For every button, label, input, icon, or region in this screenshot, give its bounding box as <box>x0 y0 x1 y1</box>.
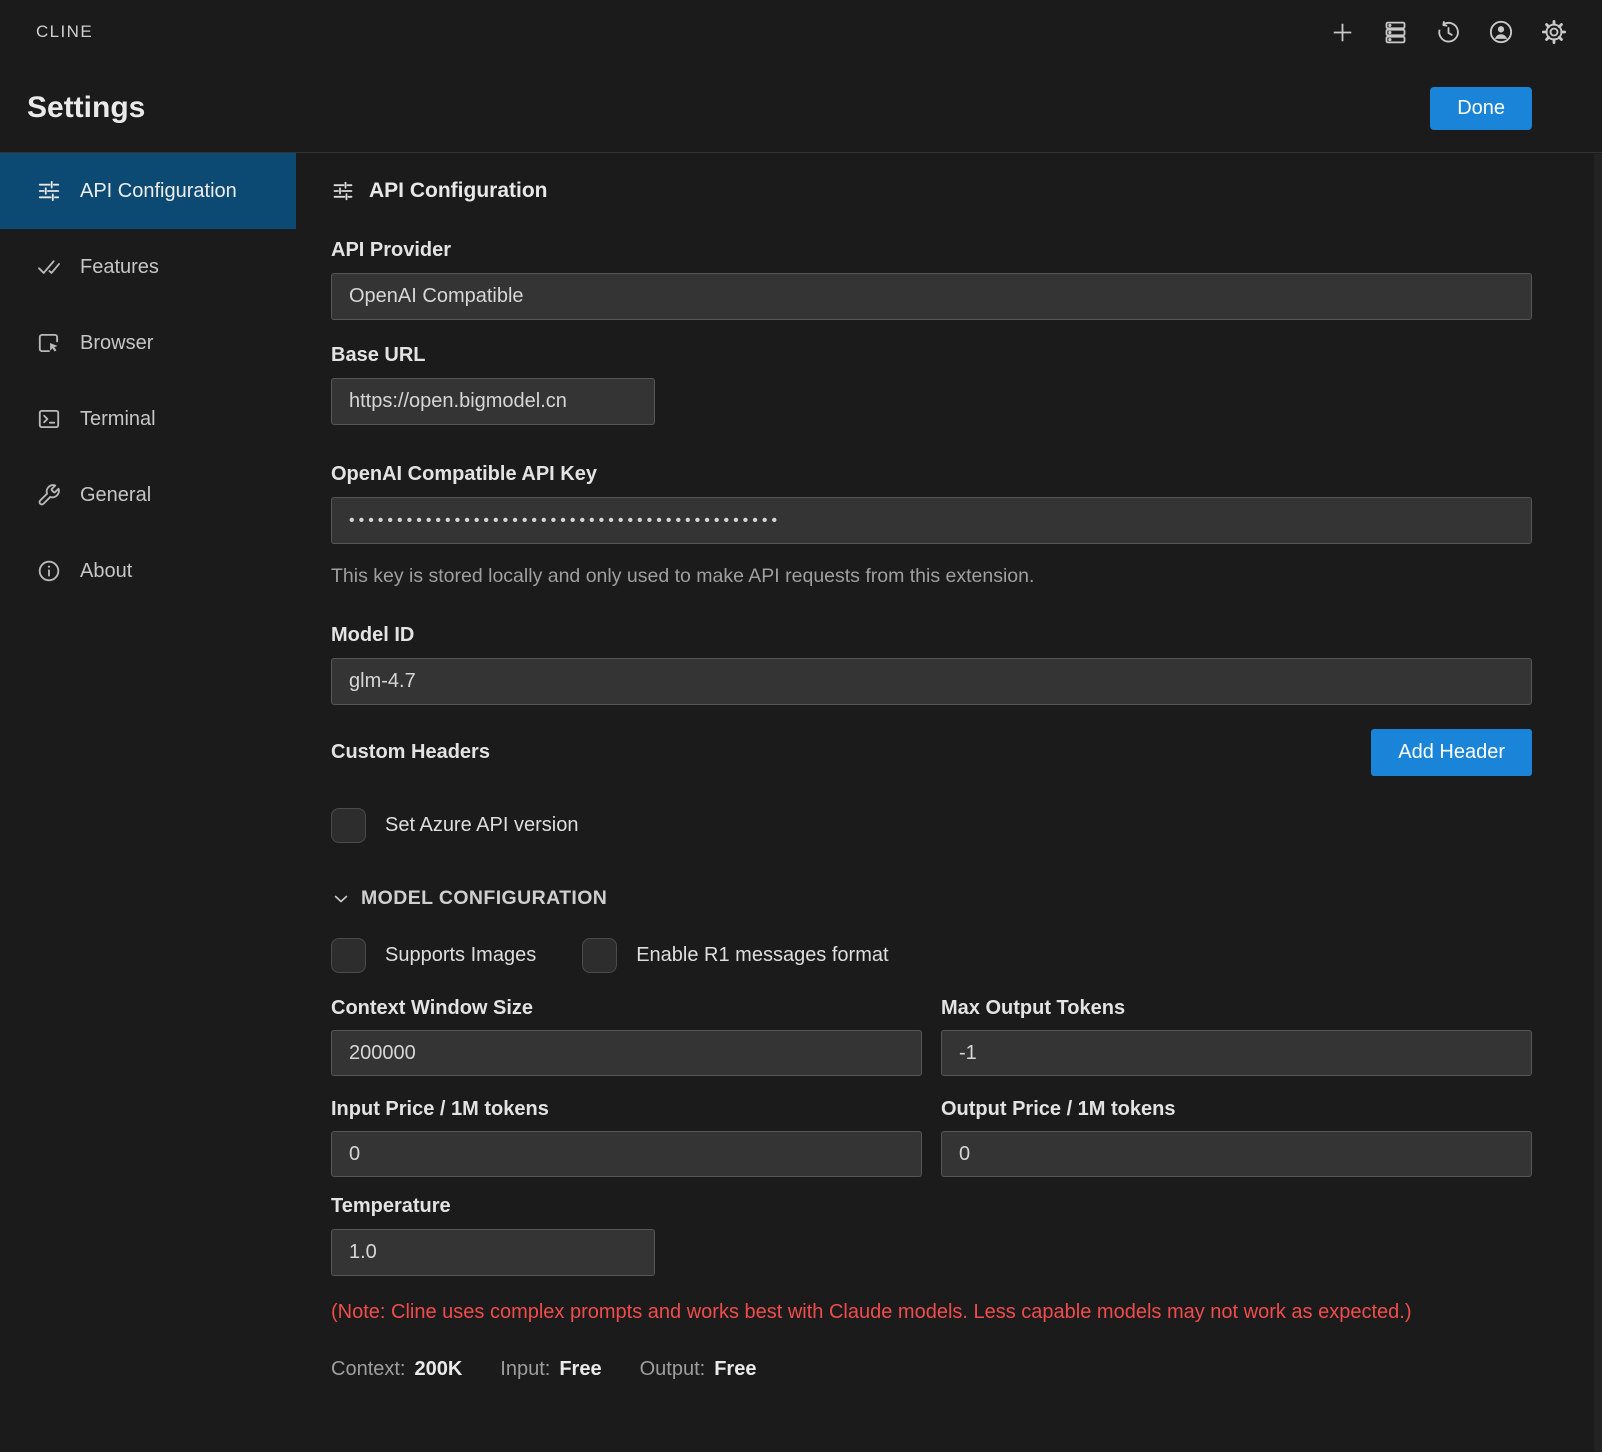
scrollbar[interactable] <box>1594 154 1602 1452</box>
sidebar-item-label: Browser <box>80 332 153 355</box>
base-url-input[interactable] <box>331 378 655 425</box>
add-header-button[interactable]: Add Header <box>1371 729 1532 776</box>
summary-input-value: Free <box>559 1358 601 1381</box>
summary-output-value: Free <box>714 1358 756 1381</box>
context-window-label: Context Window Size <box>331 997 922 1020</box>
section-heading: API Configuration <box>331 179 1532 203</box>
temperature-label: Temperature <box>331 1195 1532 1218</box>
mcp-servers-icon[interactable] <box>1381 18 1409 46</box>
summary-context-value: 200K <box>414 1358 462 1381</box>
history-icon[interactable] <box>1434 18 1462 46</box>
plus-icon[interactable] <box>1328 18 1356 46</box>
account-icon[interactable] <box>1487 18 1515 46</box>
sliders-icon <box>36 178 62 204</box>
sidebar-item-terminal[interactable]: Terminal <box>0 381 296 457</box>
terminal-icon <box>36 406 62 432</box>
api-key-input[interactable] <box>331 497 1532 544</box>
topbar: CLINE <box>0 0 1602 64</box>
input-price-cell: Input Price / 1M tokens <box>331 1076 922 1177</box>
model-configuration-header[interactable]: MODEL CONFIGURATION <box>331 887 1532 910</box>
r1-format-group: Enable R1 messages format <box>582 938 888 973</box>
sidebar-item-api-configuration[interactable]: API Configuration <box>0 153 296 229</box>
summary-output-label: Output: <box>640 1358 706 1381</box>
mcp-servers-icon-glyph <box>1382 19 1409 46</box>
max-output-label: Max Output Tokens <box>941 997 1532 1020</box>
input-price-input[interactable] <box>331 1131 922 1177</box>
sidebar-item-label: About <box>80 560 132 583</box>
r1-format-label: Enable R1 messages format <box>636 944 888 967</box>
api-configuration-panel: API Configuration API Provider OpenAI Co… <box>296 153 1602 1452</box>
cline-settings-window: CLINE <box>0 0 1602 1452</box>
history-icon-glyph <box>1435 19 1462 46</box>
supports-images-label: Supports Images <box>385 944 536 967</box>
sidebar-item-label: Features <box>80 256 159 279</box>
model-id-input[interactable] <box>331 658 1532 705</box>
model-numeric-fields: Context Window Size Max Output Tokens In… <box>331 975 1532 1177</box>
model-summary: Context: 200K Input: Free Output: Free <box>331 1358 1532 1381</box>
info-icon <box>36 558 62 584</box>
context-window-input[interactable] <box>331 1030 922 1076</box>
summary-context: Context: 200K <box>331 1358 462 1381</box>
context-window-cell: Context Window Size <box>331 975 922 1076</box>
model-configuration-title: MODEL CONFIGURATION <box>361 887 607 910</box>
account-icon-glyph <box>1487 18 1515 46</box>
azure-version-label: Set Azure API version <box>385 814 578 837</box>
supports-images-group: Supports Images <box>331 938 536 973</box>
azure-version-row: Set Azure API version <box>331 808 1532 843</box>
settings-header: Settings Done <box>0 64 1602 152</box>
summary-input-label: Input: <box>500 1358 550 1381</box>
custom-headers-row: Custom Headers Add Header <box>331 729 1532 776</box>
custom-headers-label: Custom Headers <box>331 741 490 764</box>
api-provider-select[interactable]: OpenAI Compatible <box>331 273 1532 320</box>
done-button[interactable]: Done <box>1430 87 1532 130</box>
model-note: (Note: Cline uses complex prompts and wo… <box>331 1296 1532 1328</box>
azure-version-checkbox[interactable] <box>331 808 366 843</box>
output-price-label: Output Price / 1M tokens <box>941 1098 1532 1121</box>
input-price-label: Input Price / 1M tokens <box>331 1098 922 1121</box>
plus-icon-glyph <box>1329 19 1356 46</box>
settings-sidebar: API Configuration Features Browser <box>0 153 296 1452</box>
api-provider-value: OpenAI Compatible <box>349 285 524 308</box>
sidebar-item-general[interactable]: General <box>0 457 296 533</box>
max-output-cell: Max Output Tokens <box>941 975 1532 1076</box>
sidebar-item-label: General <box>80 484 151 507</box>
page-title: Settings <box>27 91 145 125</box>
max-output-input[interactable] <box>941 1030 1532 1076</box>
model-flags-row: Supports Images Enable R1 messages forma… <box>331 938 1532 973</box>
api-provider-label: API Provider <box>331 239 1532 262</box>
output-price-cell: Output Price / 1M tokens <box>941 1076 1532 1177</box>
settings-gear-icon-glyph <box>1540 18 1568 46</box>
settings-gear-icon[interactable] <box>1540 18 1568 46</box>
summary-output: Output: Free <box>640 1358 757 1381</box>
api-key-help-text: This key is stored locally and only used… <box>331 565 1532 588</box>
chevron-down-icon <box>331 889 351 909</box>
sidebar-item-features[interactable]: Features <box>0 229 296 305</box>
summary-context-label: Context: <box>331 1358 405 1381</box>
double-check-icon <box>36 254 62 280</box>
section-title: API Configuration <box>369 179 547 203</box>
temperature-input[interactable] <box>331 1229 655 1276</box>
output-price-input[interactable] <box>941 1131 1532 1177</box>
r1-format-checkbox[interactable] <box>582 938 617 973</box>
supports-images-checkbox[interactable] <box>331 938 366 973</box>
browser-cursor-icon <box>36 330 62 356</box>
sidebar-item-browser[interactable]: Browser <box>0 305 296 381</box>
sidebar-item-about[interactable]: About <box>0 533 296 609</box>
sidebar-item-label: API Configuration <box>80 180 237 203</box>
base-url-label: Base URL <box>331 344 1532 367</box>
model-id-label: Model ID <box>331 624 1532 647</box>
topbar-actions <box>1328 18 1568 46</box>
api-key-label: OpenAI Compatible API Key <box>331 463 1532 486</box>
app-title: CLINE <box>36 22 93 42</box>
wrench-icon <box>36 482 62 508</box>
settings-body: API Configuration Features Browser <box>0 153 1602 1452</box>
sidebar-item-label: Terminal <box>80 408 156 431</box>
summary-input: Input: Free <box>500 1358 601 1381</box>
sliders-icon <box>331 179 355 203</box>
